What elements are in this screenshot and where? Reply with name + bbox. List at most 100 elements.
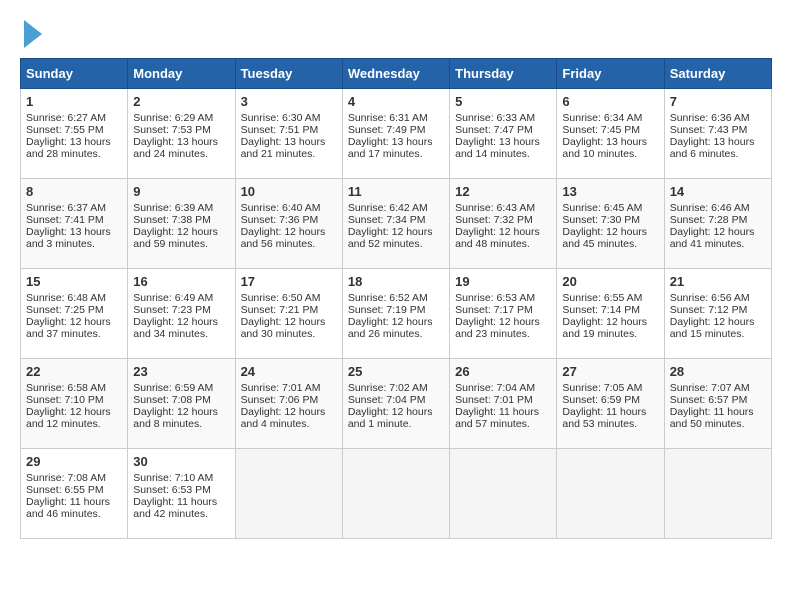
day-number: 12 [455,184,551,199]
sunset: Sunset: 6:53 PM [133,484,211,496]
calendar-cell: 1Sunrise: 6:27 AMSunset: 7:55 PMDaylight… [21,89,128,179]
sunset: Sunset: 7:21 PM [241,304,319,316]
calendar-cell: 4Sunrise: 6:31 AMSunset: 7:49 PMDaylight… [342,89,449,179]
calendar-week-2: 8Sunrise: 6:37 AMSunset: 7:41 PMDaylight… [21,179,772,269]
day-number: 19 [455,274,551,289]
calendar-cell: 3Sunrise: 6:30 AMSunset: 7:51 PMDaylight… [235,89,342,179]
day-number: 3 [241,94,337,109]
sunrise: Sunrise: 6:50 AM [241,292,321,304]
sunset: Sunset: 7:08 PM [133,394,211,406]
day-number: 11 [348,184,444,199]
sunset: Sunset: 7:47 PM [455,124,533,136]
sunrise: Sunrise: 6:59 AM [133,382,213,394]
calendar-cell: 13Sunrise: 6:45 AMSunset: 7:30 PMDayligh… [557,179,664,269]
daylight: Daylight: 11 hours and 57 minutes. [455,406,539,430]
daylight: Daylight: 12 hours and 12 minutes. [26,406,111,430]
day-number: 22 [26,364,122,379]
col-header-tuesday: Tuesday [235,59,342,89]
calendar-body: 1Sunrise: 6:27 AMSunset: 7:55 PMDaylight… [21,89,772,539]
sunrise: Sunrise: 7:07 AM [670,382,750,394]
calendar-table: SundayMondayTuesdayWednesdayThursdayFrid… [20,58,772,539]
day-number: 26 [455,364,551,379]
daylight: Daylight: 13 hours and 24 minutes. [133,136,218,160]
sunrise: Sunrise: 7:01 AM [241,382,321,394]
sunrise: Sunrise: 6:31 AM [348,112,428,124]
sunset: Sunset: 7:19 PM [348,304,426,316]
sunset: Sunset: 7:12 PM [670,304,748,316]
sunset: Sunset: 7:25 PM [26,304,104,316]
sunset: Sunset: 6:55 PM [26,484,104,496]
calendar-cell: 10Sunrise: 6:40 AMSunset: 7:36 PMDayligh… [235,179,342,269]
calendar-cell [235,449,342,539]
col-header-friday: Friday [557,59,664,89]
sunset: Sunset: 7:53 PM [133,124,211,136]
calendar-week-5: 29Sunrise: 7:08 AMSunset: 6:55 PMDayligh… [21,449,772,539]
logo-arrow-icon [24,20,42,48]
sunset: Sunset: 7:38 PM [133,214,211,226]
daylight: Daylight: 12 hours and 34 minutes. [133,316,218,340]
sunrise: Sunrise: 6:53 AM [455,292,535,304]
day-number: 1 [26,94,122,109]
col-header-sunday: Sunday [21,59,128,89]
day-number: 9 [133,184,229,199]
daylight: Daylight: 12 hours and 23 minutes. [455,316,540,340]
calendar-cell: 27Sunrise: 7:05 AMSunset: 6:59 PMDayligh… [557,359,664,449]
sunrise: Sunrise: 6:33 AM [455,112,535,124]
day-number: 10 [241,184,337,199]
calendar-cell: 21 Sunrise: 6:56 AMSunset: 7:12 PMDayligh… [664,269,771,359]
sunrise: Sunrise: 6:55 AM [562,292,642,304]
sunrise: Sunrise: 7:05 AM [562,382,642,394]
sunset: Sunset: 7:28 PM [670,214,748,226]
daylight: Daylight: 12 hours and 30 minutes. [241,316,326,340]
daylight: Daylight: 12 hours and 48 minutes. [455,226,540,250]
calendar-cell: 16Sunrise: 6:49 AMSunset: 7:23 PMDayligh… [128,269,235,359]
calendar-cell: 7Sunrise: 6:36 AMSunset: 7:43 PMDaylight… [664,89,771,179]
sunrise: Sunrise: 6:48 AM [26,292,106,304]
calendar-cell: 20Sunrise: 6:55 AMSunset: 7:14 PMDayligh… [557,269,664,359]
col-header-thursday: Thursday [450,59,557,89]
day-number: 18 [348,274,444,289]
daylight: Daylight: 11 hours and 46 minutes. [26,496,110,520]
daylight: Daylight: 12 hours and 26 minutes. [348,316,433,340]
day-number: 21 [670,274,766,289]
calendar-cell: 18 Sunrise: 6:52 AMSunset: 7:19 PMDayligh… [342,269,449,359]
calendar-cell: 22Sunrise: 6:58 AMSunset: 7:10 PMDayligh… [21,359,128,449]
calendar-cell: 19 Sunrise: 6:53 AMSunset: 7:17 PMDayligh… [450,269,557,359]
day-number: 2 [133,94,229,109]
day-number: 16 [133,274,229,289]
sunset: Sunset: 7:17 PM [455,304,533,316]
daylight: Daylight: 13 hours and 6 minutes. [670,136,755,160]
sunrise: Sunrise: 6:45 AM [562,202,642,214]
day-number: 13 [562,184,658,199]
calendar-cell: 11Sunrise: 6:42 AMSunset: 7:34 PMDayligh… [342,179,449,269]
daylight: Daylight: 13 hours and 14 minutes. [455,136,540,160]
calendar-cell [450,449,557,539]
sunset: Sunset: 7:51 PM [241,124,319,136]
sunrise: Sunrise: 6:56 AM [670,292,750,304]
calendar-cell: 2Sunrise: 6:29 AMSunset: 7:53 PMDaylight… [128,89,235,179]
daylight: Daylight: 12 hours and 15 minutes. [670,316,755,340]
daylight: Daylight: 12 hours and 56 minutes. [241,226,326,250]
calendar-week-4: 22Sunrise: 6:58 AMSunset: 7:10 PMDayligh… [21,359,772,449]
daylight: Daylight: 12 hours and 37 minutes. [26,316,111,340]
sunset: Sunset: 7:36 PM [241,214,319,226]
sunset: Sunset: 7:23 PM [133,304,211,316]
calendar-cell: 14Sunrise: 6:46 AMSunset: 7:28 PMDayligh… [664,179,771,269]
sunrise: Sunrise: 6:27 AM [26,112,106,124]
calendar-cell: 25Sunrise: 7:02 AMSunset: 7:04 PMDayligh… [342,359,449,449]
daylight: Daylight: 13 hours and 28 minutes. [26,136,111,160]
sunrise: Sunrise: 7:02 AM [348,382,428,394]
daylight: Daylight: 13 hours and 10 minutes. [562,136,647,160]
day-number: 30 [133,454,229,469]
sunset: Sunset: 6:57 PM [670,394,748,406]
calendar-header-row: SundayMondayTuesdayWednesdayThursdayFrid… [21,59,772,89]
day-number: 6 [562,94,658,109]
logo [20,20,42,48]
sunrise: Sunrise: 7:08 AM [26,472,106,484]
daylight: Daylight: 12 hours and 41 minutes. [670,226,755,250]
sunrise: Sunrise: 6:46 AM [670,202,750,214]
sunset: Sunset: 7:32 PM [455,214,533,226]
sunset: Sunset: 7:43 PM [670,124,748,136]
calendar-cell: 26Sunrise: 7:04 AMSunset: 7:01 PMDayligh… [450,359,557,449]
sunrise: Sunrise: 6:52 AM [348,292,428,304]
